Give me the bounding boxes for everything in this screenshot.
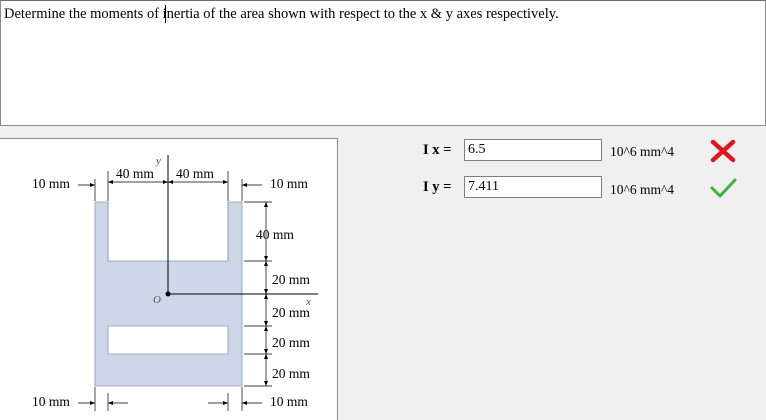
question-text: Determine the moments of inertia of the … — [4, 6, 559, 22]
figure-panel: y x O 40 mm 40 mm 10 mm 10 mm 40 mm 20 m… — [0, 138, 338, 420]
iy-input[interactable]: 7.411 — [464, 176, 602, 198]
dim-bottom-right: 10 mm — [270, 394, 308, 409]
y-axis-label: y — [155, 155, 161, 167]
dim-20-c: 20 mm — [272, 335, 310, 350]
dim-slot-height: 40 mm — [256, 227, 294, 242]
ix-units: 10^6 mm^4 — [610, 144, 675, 159]
check-mark-icon — [710, 178, 737, 198]
question-textarea[interactable]: Determine the moments of inertia of the … — [0, 0, 766, 126]
ix-input[interactable]: 6.5 — [464, 139, 602, 161]
dim-20-d: 20 mm — [272, 366, 310, 381]
cross-section-figure: y x O 40 mm 40 mm 10 mm 10 mm 40 mm 20 m… — [32, 155, 318, 411]
x-mark-icon — [710, 139, 736, 163]
dim-top-right: 10 mm — [270, 176, 308, 191]
dim-20-a: 20 mm — [272, 272, 310, 287]
iy-label: I y = — [423, 179, 452, 195]
origin-point — [165, 291, 171, 297]
origin-label: O — [153, 294, 161, 306]
text-cursor — [165, 5, 166, 23]
ix-label: I x = — [423, 142, 452, 158]
dim-bottom-left: 10 mm — [32, 394, 70, 409]
dim-right-half: 40 mm — [176, 166, 214, 181]
dim-left-half: 40 mm — [116, 166, 154, 181]
dim-top-left: 10 mm — [32, 176, 70, 191]
dim-20-b: 20 mm — [272, 305, 310, 320]
iy-units: 10^6 mm^4 — [610, 182, 675, 197]
